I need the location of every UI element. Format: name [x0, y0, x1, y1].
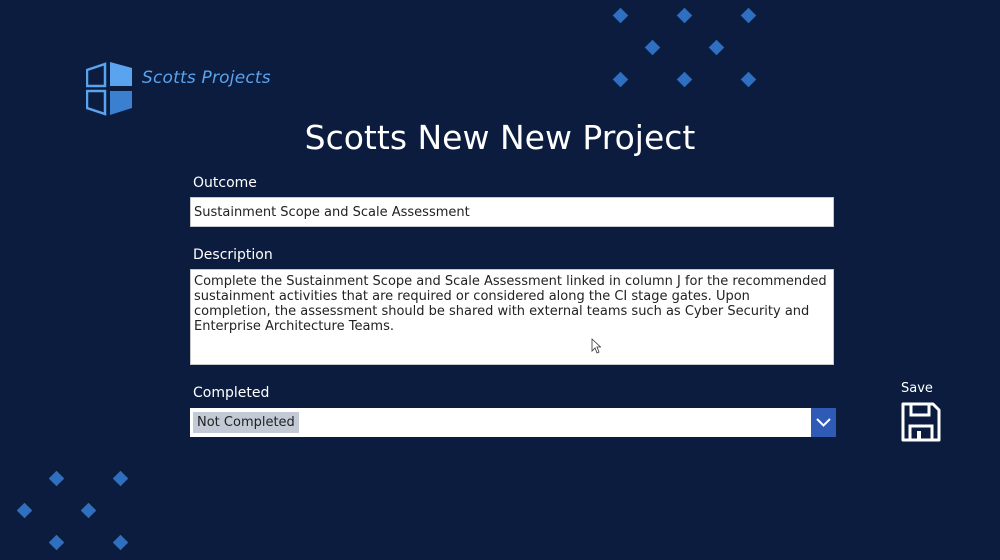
- save-label: Save: [901, 381, 933, 396]
- decorative-diamond: [740, 71, 757, 88]
- page-title: Scotts New New Project: [304, 118, 696, 157]
- decorative-diamond: [48, 534, 65, 551]
- mouse-cursor-icon: [591, 338, 601, 354]
- decorative-diamond: [80, 502, 97, 519]
- floppy-disk-icon[interactable]: [900, 401, 942, 443]
- decorative-diamond: [612, 7, 629, 24]
- completed-selected-value: Not Completed: [193, 412, 299, 433]
- decorative-diamond: [708, 39, 725, 56]
- description-label: Description: [193, 247, 273, 263]
- decorative-diamond: [48, 470, 65, 487]
- decorative-diamond: [644, 39, 661, 56]
- brand-name: Scotts Projects: [142, 68, 271, 88]
- decorative-diamond: [676, 71, 693, 88]
- outcome-label: Outcome: [193, 175, 257, 191]
- completed-dropdown[interactable]: Not Completed: [190, 408, 836, 437]
- app-screen: Scotts Projects Scotts New New Project O…: [0, 0, 1000, 560]
- decorative-diamond: [676, 7, 693, 24]
- decorative-diamond: [740, 7, 757, 24]
- decorative-diamond: [16, 502, 33, 519]
- decorative-diamond: [112, 470, 129, 487]
- decorative-diamond: [112, 534, 129, 551]
- chevron-down-icon: [816, 418, 831, 427]
- building-logo-icon: [86, 62, 132, 116]
- decorative-diamond: [612, 71, 629, 88]
- dropdown-toggle-button[interactable]: [811, 408, 836, 437]
- completed-label: Completed: [193, 385, 270, 401]
- description-field[interactable]: Complete the Sustainment Scope and Scale…: [190, 269, 834, 365]
- outcome-field[interactable]: Sustainment Scope and Scale Assessment: [190, 197, 834, 227]
